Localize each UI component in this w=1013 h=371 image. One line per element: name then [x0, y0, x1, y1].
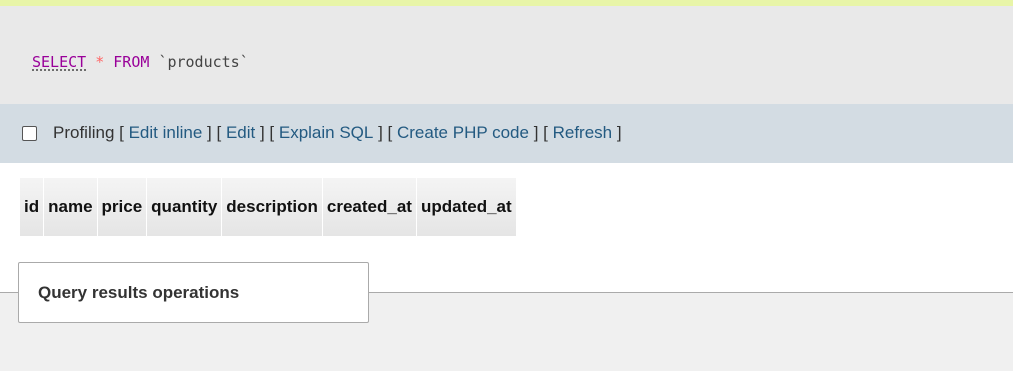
column-header-id[interactable]: id — [20, 178, 45, 236]
column-header-name[interactable]: name — [44, 178, 98, 236]
query-options-bar: Profiling [ Edit inline ] [ Edit ] [ Exp… — [0, 104, 1013, 163]
edit-inline-link[interactable]: Edit inline — [129, 123, 203, 143]
sql-select-keyword[interactable]: SELECT — [32, 53, 86, 71]
sql-table-name: `products` — [158, 53, 249, 71]
explain-sql-link[interactable]: Explain SQL — [279, 123, 374, 143]
refresh-link[interactable]: Refresh — [553, 123, 613, 143]
query-results-operations-legend: Query results operations — [18, 262, 369, 323]
create-php-code-link[interactable]: Create PHP code — [397, 123, 529, 143]
profiling-label[interactable]: Profiling — [53, 123, 114, 143]
phpmyadmin-sql-result-page: SELECT * FROM `products` Profiling [ Edi… — [0, 0, 1013, 371]
sql-query-text: SELECT * FROM `products` — [32, 53, 249, 71]
column-header-price[interactable]: price — [97, 178, 148, 236]
sql-query-box: SELECT * FROM `products` — [0, 6, 1013, 104]
sql-star-operator: * — [95, 53, 105, 71]
results-table-header: id name price quantity description creat… — [20, 178, 516, 236]
profiling-checkbox[interactable] — [22, 125, 37, 141]
column-header-created-at[interactable]: created_at — [322, 178, 417, 236]
column-header-updated-at[interactable]: updated_at — [416, 178, 516, 236]
column-header-description[interactable]: description — [222, 178, 323, 236]
edit-link[interactable]: Edit — [226, 123, 255, 143]
sql-from-keyword: FROM — [113, 53, 150, 71]
column-header-quantity[interactable]: quantity — [147, 178, 223, 236]
